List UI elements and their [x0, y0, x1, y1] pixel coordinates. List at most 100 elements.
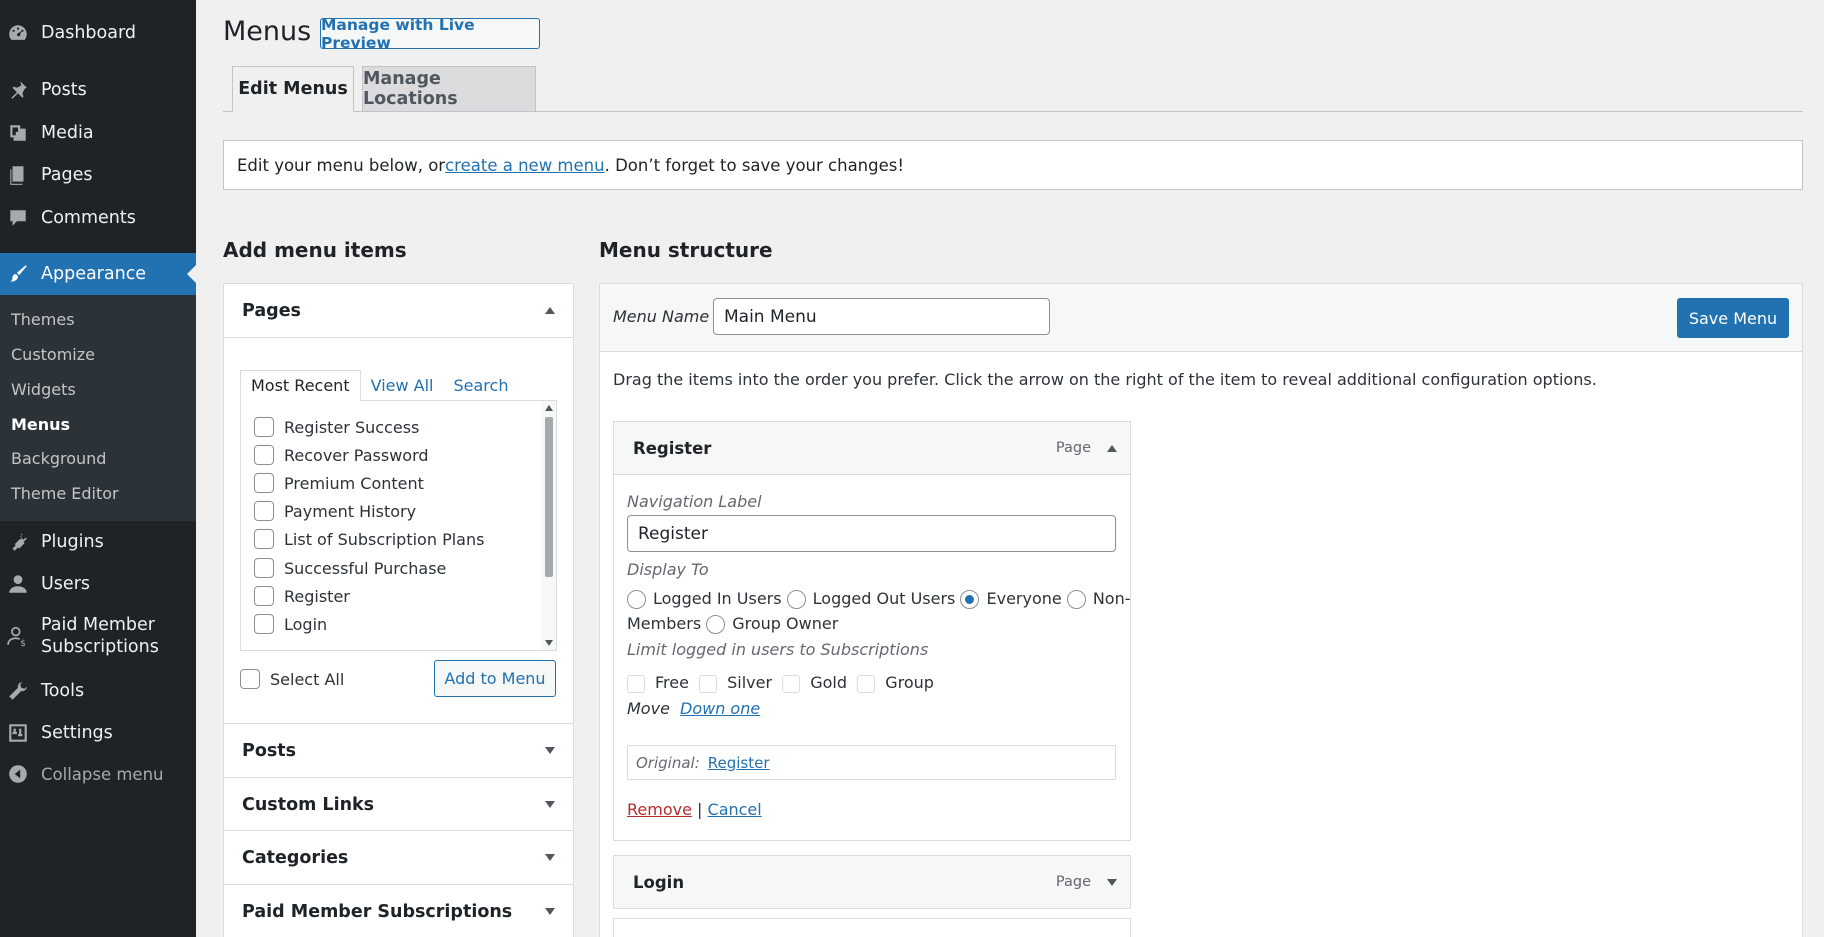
navigation-label-caption: Navigation Label: [627, 492, 762, 511]
remove-link[interactable]: Remove: [627, 800, 692, 819]
submenu-item-widgets[interactable]: Widgets: [11, 380, 76, 399]
list-item[interactable]: Premium Content: [254, 473, 424, 493]
submenu-item-menus[interactable]: Menus: [11, 415, 70, 434]
notice-box: Edit your menu below, or create a new me…: [223, 140, 1803, 190]
menu-name-input[interactable]: Main Menu: [713, 298, 1050, 335]
list-item[interactable]: Payment History: [254, 501, 416, 521]
radio-logged-in-users[interactable]: Logged In Users: [627, 589, 782, 609]
radio-group-owner[interactable]: Group Owner: [706, 614, 838, 634]
scroll-up-icon[interactable]: [545, 405, 553, 411]
original-link[interactable]: Register: [708, 754, 770, 772]
user-icon: [6, 572, 30, 596]
checkbox[interactable]: [254, 417, 274, 437]
categories-accordion[interactable]: Categories: [223, 830, 574, 885]
checkbox[interactable]: [254, 473, 274, 493]
tab-search[interactable]: Search: [443, 370, 518, 400]
media-icon: [6, 121, 30, 145]
sidebar-item-plugins[interactable]: Plugins: [0, 525, 196, 559]
sidebar-item-posts[interactable]: Posts: [0, 73, 196, 107]
radio-label: Everyone: [986, 589, 1062, 608]
checkbox-label: Free: [655, 673, 689, 692]
main-content: Menus Manage with Live Preview Edit Menu…: [196, 0, 1824, 937]
pages-icon: [6, 163, 30, 187]
checkbox[interactable]: [254, 586, 274, 606]
select-all-label: Select All: [270, 669, 345, 689]
original-box: Original: Register: [627, 745, 1116, 780]
collapse-arrow-icon[interactable]: [1107, 444, 1117, 452]
sidebar-item-tools[interactable]: Tools: [0, 674, 196, 708]
sidebar-item-label: Dashboard: [41, 23, 136, 43]
submenu-item-background[interactable]: Background: [11, 449, 106, 468]
radio-logged-out-users[interactable]: Logged Out Users: [786, 589, 955, 609]
tab-edit-menus[interactable]: Edit Menus: [232, 66, 354, 112]
sidebar-item-media[interactable]: Media: [0, 116, 196, 150]
sidebar-item-appearance[interactable]: Appearance: [0, 253, 196, 295]
checkbox[interactable]: [254, 501, 274, 521]
add-to-menu-button[interactable]: Add to Menu: [434, 660, 556, 697]
create-new-menu-link[interactable]: create a new menu: [445, 156, 604, 175]
pages-tabs: Most Recent View All Search: [240, 370, 518, 401]
submenu-item-customize[interactable]: Customize: [11, 345, 95, 364]
checkbox-group[interactable]: Group: [857, 673, 934, 693]
checkbox-label: Group: [885, 673, 934, 692]
sidebar-item-dashboard[interactable]: Dashboard: [0, 16, 196, 50]
select-all[interactable]: Select All: [240, 669, 344, 689]
cancel-link[interactable]: Cancel: [708, 800, 762, 819]
menu-header: Menu Name Main Menu Save Menu: [600, 284, 1802, 352]
list-item[interactable]: Login: [254, 614, 327, 634]
manage-live-preview-button[interactable]: Manage with Live Preview: [320, 16, 540, 52]
accordion-title: Paid Member Subscriptions: [242, 901, 513, 922]
sidebar-item-paid-member-subscriptions[interactable]: $ Paid Member Subscriptions: [0, 614, 196, 662]
radio-everyone[interactable]: Everyone: [960, 589, 1062, 609]
page-label: Register: [284, 586, 350, 606]
checkbox[interactable]: [254, 529, 274, 549]
list-item[interactable]: Register Success: [254, 417, 419, 437]
sidebar-item-settings[interactable]: Settings: [0, 716, 196, 750]
paid-member-subscriptions-accordion[interactable]: Paid Member Subscriptions: [223, 884, 574, 937]
list-scrollbar[interactable]: [542, 401, 556, 650]
select-all-checkbox[interactable]: [240, 669, 260, 689]
checkbox-free[interactable]: Free: [627, 673, 689, 693]
menu-item-handle[interactable]: Login Page: [614, 856, 1130, 908]
action-separator: |: [697, 800, 703, 819]
tab-most-recent[interactable]: Most Recent: [240, 370, 361, 401]
plugin-icon: [6, 530, 30, 554]
checkbox[interactable]: [254, 614, 274, 634]
save-menu-button[interactable]: Save Menu: [1677, 298, 1789, 338]
sidebar-item-pages[interactable]: Pages: [0, 158, 196, 192]
sidebar-item-comments[interactable]: Comments: [0, 201, 196, 235]
sidebar-item-label: Users: [41, 574, 91, 594]
navigation-label-input[interactable]: Register: [627, 515, 1116, 552]
list-item[interactable]: Recover Password: [254, 445, 429, 465]
pages-accordion-body: Most Recent View All Search Register Suc…: [224, 337, 573, 723]
list-item[interactable]: List of Subscription Plans: [254, 529, 484, 549]
list-item[interactable]: Register: [254, 586, 350, 606]
move-down-one-link[interactable]: Down one: [680, 699, 760, 718]
custom-links-accordion[interactable]: Custom Links: [223, 777, 574, 832]
notice-text-before: Edit your menu below, or: [237, 155, 446, 175]
checkbox-silver[interactable]: Silver: [699, 673, 772, 693]
checkbox-gold[interactable]: Gold: [782, 673, 847, 693]
original-caption: Original:: [636, 753, 700, 772]
list-item[interactable]: Successful Purchase: [254, 558, 446, 578]
submenu-item-themes[interactable]: Themes: [11, 310, 75, 329]
tab-manage-locations[interactable]: Manage Locations: [362, 66, 536, 112]
menu-item-next[interactable]: [613, 918, 1131, 937]
menu-structure-panel: Menu Name Main Menu Save Menu Drag the i…: [599, 283, 1803, 937]
scroll-down-icon[interactable]: [545, 640, 553, 646]
checkbox[interactable]: [254, 558, 274, 578]
sidebar-item-users[interactable]: Users: [0, 567, 196, 601]
expand-arrow-icon[interactable]: [1107, 878, 1117, 886]
dashboard-icon: [6, 21, 30, 45]
submenu-item-theme-editor[interactable]: Theme Editor: [11, 484, 119, 503]
scroll-thumb[interactable]: [545, 417, 553, 577]
radio-label: Non-: [1092, 589, 1131, 608]
collapse-menu-button[interactable]: Collapse menu: [0, 757, 196, 791]
menu-item-handle[interactable]: Register Page: [614, 422, 1130, 474]
pages-accordion-header[interactable]: Pages: [224, 284, 573, 337]
limit-subscriptions-caption: Limit logged in users to Subscriptions: [627, 640, 929, 659]
posts-accordion[interactable]: Posts: [223, 723, 574, 778]
radio-non-members[interactable]: Non-: [1066, 589, 1131, 609]
tab-view-all[interactable]: View All: [361, 370, 444, 400]
checkbox[interactable]: [254, 445, 274, 465]
